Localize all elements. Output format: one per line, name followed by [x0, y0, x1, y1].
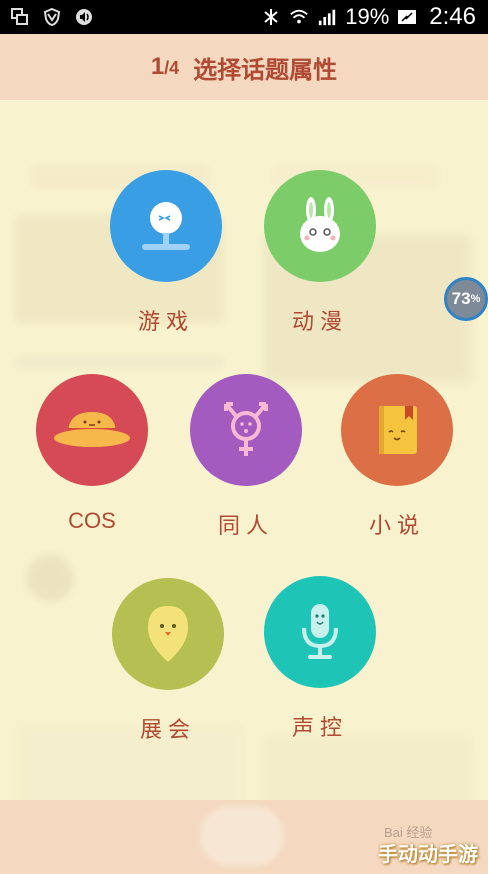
volume-icon: [74, 7, 94, 27]
page-title: 选择话题属性: [193, 55, 338, 84]
category-cos[interactable]: COS: [36, 374, 148, 534]
category-label: 动漫: [291, 310, 348, 335]
hat-icon: [36, 374, 148, 486]
category-doujin[interactable]: 同人: [190, 374, 302, 540]
clock: 2:46: [429, 3, 476, 30]
category-novel[interactable]: 小说: [341, 374, 453, 540]
location-pin-icon: [112, 578, 224, 690]
window-icon: [10, 7, 30, 27]
wifi-icon: [289, 7, 309, 27]
bottom-center-button[interactable]: [200, 806, 284, 866]
progress-badge[interactable]: 73%: [444, 277, 488, 321]
category-label: COS: [68, 508, 116, 533]
battery-icon: [397, 7, 417, 27]
signal-icon: [317, 7, 337, 27]
category-anime[interactable]: 动漫: [264, 170, 376, 336]
category-label: 声控: [291, 716, 348, 741]
site-watermark: 手动动手游: [378, 842, 478, 866]
step-indicator: 1/4: [150, 53, 180, 80]
microphone-icon: [264, 576, 376, 688]
battery-percent: 19%: [345, 4, 390, 29]
category-label: 展会: [139, 718, 196, 743]
page-header: 1/4 选择话题属性: [0, 34, 488, 100]
category-label: 小说: [368, 514, 425, 539]
category-label: 同人: [217, 514, 274, 539]
category-label: 游戏: [137, 310, 194, 335]
status-bar: 19% 2:46: [0, 0, 488, 34]
category-exhibition[interactable]: 展会: [112, 578, 224, 744]
category-voice[interactable]: 声控: [264, 576, 376, 742]
bunny-icon: [264, 170, 376, 282]
bluetooth-icon: [261, 7, 281, 27]
game-face-icon: [110, 170, 222, 282]
shield-icon: [42, 7, 62, 27]
gender-icon: [190, 374, 302, 486]
category-game[interactable]: 游戏: [110, 170, 222, 336]
book-icon: [341, 374, 453, 486]
